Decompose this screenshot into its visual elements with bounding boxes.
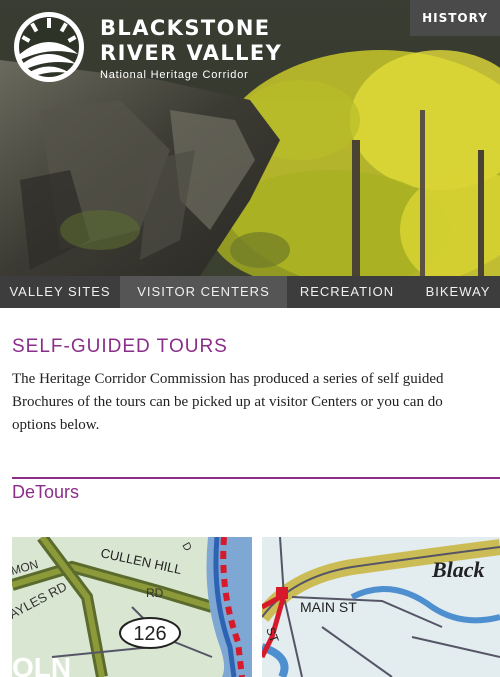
route-shield-label: 126 — [133, 623, 166, 645]
brand-tagline: National Heritage Corridor — [100, 69, 249, 81]
tour-map-thumbnail-2[interactable]: MAIN ST Black ST — [262, 537, 500, 677]
map-label: RD — [146, 586, 164, 600]
history-button[interactable]: HISTORY — [410, 0, 500, 36]
main-nav: VALLEY SITES VISITOR CENTERS RECREATION … — [0, 276, 500, 308]
map-label: OLN — [12, 652, 71, 677]
page-title: SELF-GUIDED TOURS — [12, 336, 228, 357]
hero-banner: BLACKSTONE RIVER VALLEY National Heritag… — [0, 0, 500, 276]
brand-line2: RIVER VALLEY — [100, 41, 283, 65]
nav-item-valley-sites[interactable]: VALLEY SITES — [0, 276, 120, 308]
nav-item-visitor-centers[interactable]: VISITOR CENTERS — [120, 276, 287, 308]
section-title-detours: DeTours — [12, 482, 80, 502]
intro-paragraph: The Heritage Corridor Commission has pro… — [12, 368, 500, 437]
intro-line: Brochures of the tours can be picked up … — [12, 394, 443, 410]
brand-wordmark[interactable]: BLACKSTONE RIVER VALLEY National Heritag… — [100, 16, 282, 81]
nav-item-recreation[interactable]: RECREATION — [287, 276, 407, 308]
intro-line: options below. — [12, 417, 100, 433]
nav-item-bikeway[interactable]: BIKEWAY — [410, 276, 500, 308]
brand-logo-icon[interactable] — [12, 10, 86, 84]
map-image: 126 CULLEN HILL MON AYLES RD RD D OLN — [12, 537, 252, 677]
intro-line: The Heritage Corridor Commission has pro… — [12, 371, 444, 387]
map-label: Black — [431, 557, 485, 582]
map-image: MAIN ST Black ST — [262, 537, 500, 677]
map-label: MAIN ST — [300, 599, 357, 615]
brand-line1: BLACKSTONE — [100, 16, 271, 40]
tour-map-thumbnail-1[interactable]: 126 CULLEN HILL MON AYLES RD RD D OLN — [12, 537, 252, 677]
section-divider — [12, 477, 500, 479]
